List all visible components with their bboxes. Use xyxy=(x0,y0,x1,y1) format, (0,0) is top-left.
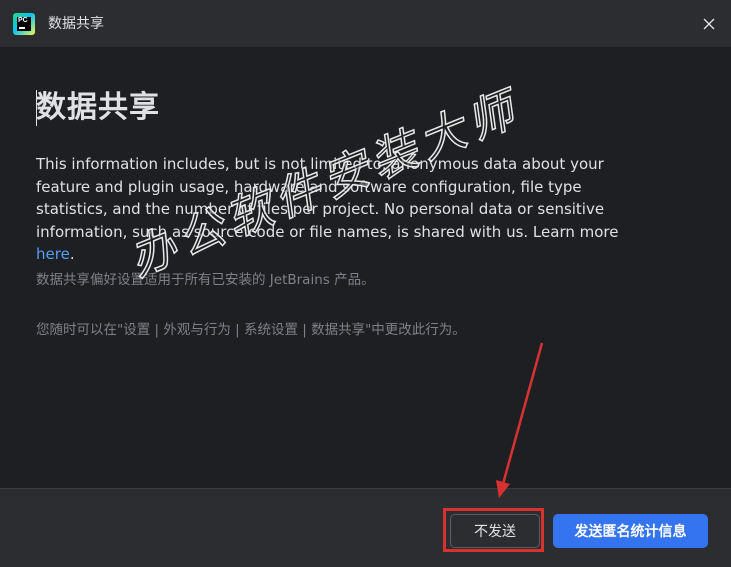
close-button[interactable] xyxy=(697,12,721,36)
title-bar: PC 数据共享 xyxy=(0,0,731,48)
description-end: . xyxy=(69,245,75,264)
pycharm-logo-icon: PC xyxy=(13,13,35,35)
send-anonymous-statistics-button[interactable]: 发送匿名统计信息 xyxy=(553,514,708,548)
close-icon xyxy=(703,18,715,30)
do-not-send-button[interactable]: 不发送 xyxy=(450,514,540,548)
dialog-content: 数据共享 This information includes, but is n… xyxy=(0,48,731,488)
learn-more-link[interactable]: here xyxy=(36,245,70,263)
logo-text: PC xyxy=(18,17,28,24)
description-body: This information includes, but is not li… xyxy=(36,155,619,241)
dialog-footer: 不发送 发送匿名统计信息 xyxy=(0,488,731,567)
note-change-in-settings: 您随时可以在"设置 | 外观与行为 | 系统设置 | 数据共享"中更改此行为。 xyxy=(36,322,466,338)
note-applies-to-all-products: 数据共享偏好设置适用于所有已安装的 JetBrains 产品。 xyxy=(36,272,375,288)
data-sharing-dialog: PC 数据共享 数据共享 This information includes, … xyxy=(0,0,731,567)
description-text: This information includes, but is not li… xyxy=(36,153,656,266)
window-title: 数据共享 xyxy=(48,16,104,32)
page-heading: 数据共享 xyxy=(36,90,160,125)
